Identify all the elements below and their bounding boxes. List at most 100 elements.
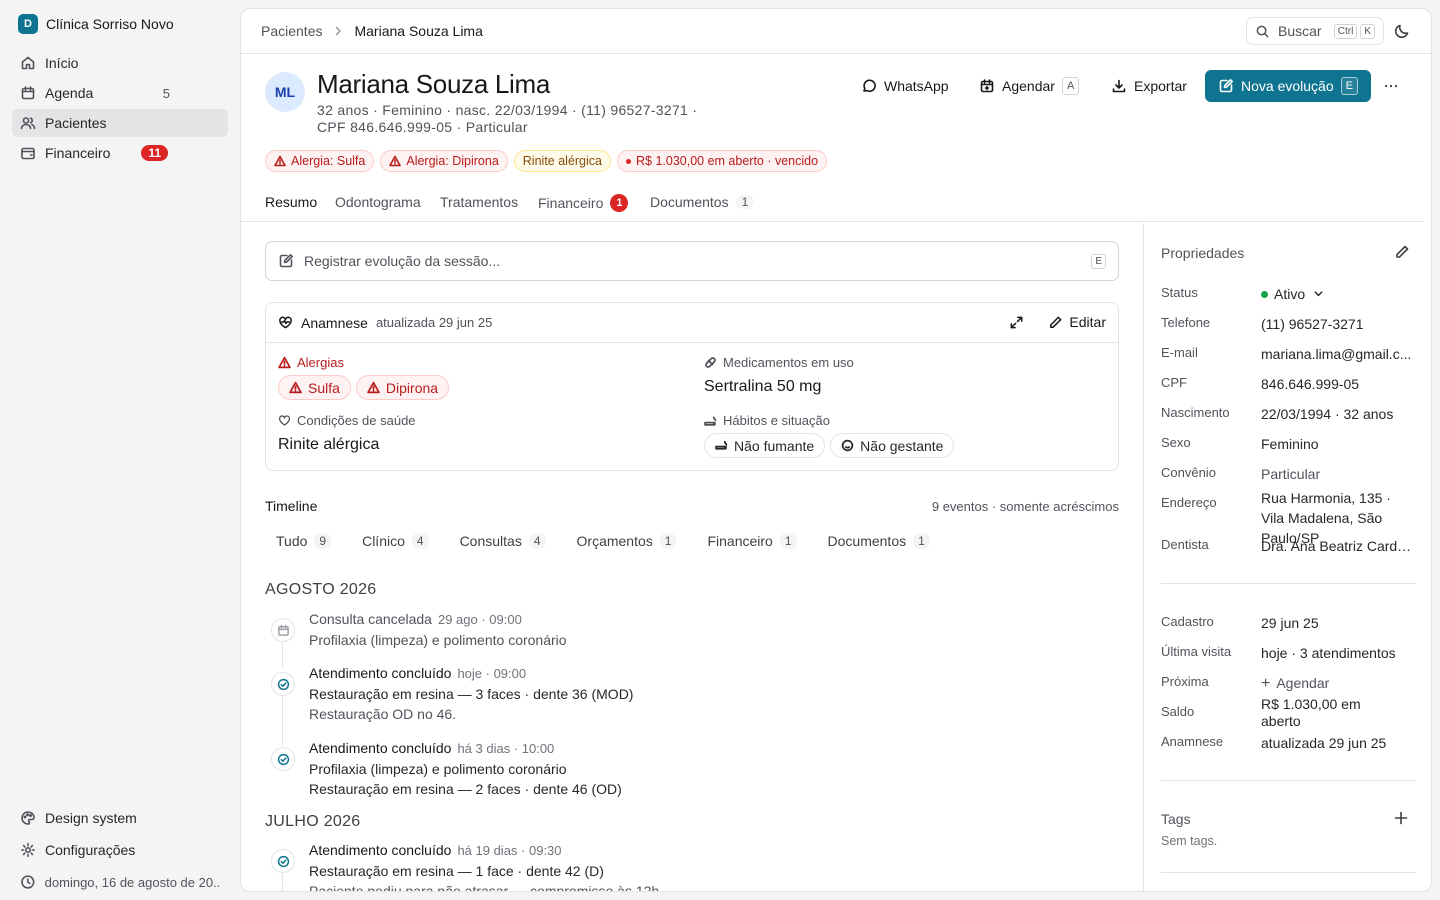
sidebar-item-design-system[interactable]: Design system bbox=[12, 803, 228, 833]
evolution-input[interactable]: Registrar evolução da sessão... E bbox=[265, 241, 1119, 281]
event-detail: Restauração em resina — 2 faces · dente … bbox=[309, 781, 622, 797]
event-detail: Profilaxia (limpeza) e polimento coronár… bbox=[309, 761, 567, 777]
pill-label: Não gestante bbox=[860, 437, 944, 454]
pencil-icon[interactable] bbox=[1394, 244, 1410, 260]
prop-value: atualizada 29 jun 25 bbox=[1261, 735, 1387, 751]
breadcrumb: Pacientes Mariana Souza Lima bbox=[261, 23, 483, 39]
breadcrumb-parent[interactable]: Pacientes bbox=[261, 23, 322, 39]
agendar-button[interactable]: Agendar A bbox=[979, 70, 1080, 102]
filter-count: 1 bbox=[779, 533, 797, 549]
sidebar-footer: Design system Configurações domingo, 16 … bbox=[12, 803, 228, 899]
filter-tudo[interactable]: Tudo 9 bbox=[265, 528, 342, 554]
plus-icon[interactable] bbox=[1394, 811, 1408, 825]
sidebar-item-financeiro[interactable]: Financeiro 11 bbox=[12, 139, 228, 167]
breadcrumb-current: Mariana Souza Lima bbox=[354, 23, 483, 39]
main-nav: Início Agenda 5 Pacientes Financeiro 11 bbox=[12, 49, 228, 169]
chip-label: R$ 1.030,00 em aberto · vencido bbox=[636, 154, 819, 168]
filter-consultas[interactable]: Consultas 4 bbox=[449, 528, 557, 554]
timeline-event[interactable]: Consulta cancelada 29 ago · 09:00 Profila… bbox=[265, 611, 1119, 668]
shortcut-key: Ctrl bbox=[1333, 23, 1358, 39]
chip-label: Alergia: Dipirona bbox=[406, 154, 499, 168]
conditions-value: Rinite alérgica bbox=[278, 436, 380, 453]
prop-key: Status bbox=[1161, 285, 1198, 300]
sidebar-item-configuracoes[interactable]: Configurações bbox=[12, 835, 228, 865]
filter-clinico[interactable]: Clínico 4 bbox=[351, 528, 439, 554]
pencil-icon bbox=[1050, 316, 1062, 328]
clinic-name: Clínica Sorriso Novo bbox=[46, 16, 174, 32]
current-date: domingo, 16 de agosto de 20... bbox=[12, 867, 228, 897]
export-label: Exportar bbox=[1134, 78, 1187, 94]
sidebar: D Clínica Sorriso Novo Início Agenda 5 P… bbox=[0, 0, 240, 900]
nova-evolucao-button[interactable]: Nova evolução E bbox=[1205, 70, 1371, 102]
status-select[interactable]: Ativo bbox=[1261, 284, 1416, 304]
tab-bar: Resumo Odontograma Tratamentos Financeir… bbox=[241, 184, 1423, 222]
status-dot bbox=[626, 158, 631, 164]
filter-count: 4 bbox=[528, 533, 546, 549]
shortcut-key: K bbox=[1360, 23, 1375, 39]
sidebar-item-label: Início bbox=[45, 55, 79, 71]
allergies-label: Alergias bbox=[278, 355, 344, 370]
timeline-event[interactable]: Atendimento concluído há 3 dias · 10:00 P… bbox=[265, 740, 1119, 800]
filter-documentos[interactable]: Documentos 1 bbox=[817, 528, 941, 554]
debt-chip[interactable]: R$ 1.030,00 em aberto · vencido bbox=[617, 150, 828, 172]
page-title: Mariana Souza Lima bbox=[317, 69, 551, 99]
prop-value[interactable]: mariana.lima@gmail.c... bbox=[1261, 344, 1416, 364]
prop-value: Particular bbox=[1261, 466, 1321, 482]
expand-icon[interactable] bbox=[1009, 315, 1024, 330]
prop-key: Endereço bbox=[1161, 495, 1217, 510]
more-horizontal-icon[interactable] bbox=[1383, 78, 1399, 94]
tab-resumo[interactable]: Resumo bbox=[265, 194, 317, 210]
filter-financeiro[interactable]: Financeiro 1 bbox=[696, 528, 807, 554]
evolution-placeholder: Registrar evolução da sessão... bbox=[304, 253, 501, 269]
tab-odontograma[interactable]: Odontograma bbox=[335, 194, 421, 210]
tab-badge: 1 bbox=[610, 194, 629, 212]
check-circle-icon bbox=[271, 849, 295, 873]
timeline-event[interactable]: Atendimento concluído há 19 dias · 09:30 … bbox=[265, 842, 1119, 891]
agendar-label: Agendar bbox=[1002, 78, 1055, 94]
prop-key: Saldo bbox=[1161, 704, 1195, 719]
timeline-event[interactable]: Atendimento concluído hoje · 09:00 Restau… bbox=[265, 665, 1119, 746]
edit-anamnese-button[interactable]: Editar bbox=[1048, 314, 1106, 330]
patient-meta: 32 anos · Feminino · nasc. 22/03/1994 · … bbox=[317, 102, 697, 136]
pill-label: Não fumante bbox=[734, 437, 815, 454]
heart-pulse-icon bbox=[279, 316, 292, 329]
tab-label: Tratamentos bbox=[440, 194, 519, 210]
filter-orcamentos[interactable]: Orçamentos 1 bbox=[566, 528, 688, 554]
filter-count: 9 bbox=[314, 533, 332, 549]
note-edit-icon bbox=[1219, 79, 1233, 93]
clinic-switcher[interactable]: D Clínica Sorriso Novo bbox=[18, 14, 174, 34]
baby-icon bbox=[841, 439, 854, 452]
habit-pill: Não gestante bbox=[830, 433, 955, 458]
prop-value: 29 jun 25 bbox=[1261, 615, 1319, 631]
agendar-link[interactable]: + Agendar bbox=[1261, 673, 1416, 693]
search-icon bbox=[1256, 25, 1269, 37]
download-icon bbox=[1112, 79, 1126, 93]
prop-value[interactable]: Dra. Ana Beatriz Cardo... bbox=[1261, 536, 1416, 556]
sidebar-item-agenda[interactable]: Agenda 5 bbox=[12, 79, 228, 107]
shortcut-key: E bbox=[1340, 77, 1358, 95]
event-type: Atendimento concluído bbox=[309, 665, 452, 681]
search-label: Buscar bbox=[1278, 23, 1322, 39]
event-time: 29 ago · 09:00 bbox=[437, 612, 522, 627]
prop-value[interactable]: (11) 96527-3271 bbox=[1261, 314, 1416, 334]
tab-documentos[interactable]: Documentos 1 bbox=[650, 194, 755, 210]
sidebar-item-label: Agenda bbox=[45, 85, 94, 101]
tab-tratamentos[interactable]: Tratamentos bbox=[440, 194, 518, 210]
tags-title: Tags bbox=[1161, 811, 1191, 827]
check-circle-icon bbox=[271, 672, 295, 696]
search-button[interactable]: Buscar Ctrl K bbox=[1246, 17, 1384, 45]
allergy-list: Sulfa Dipirona bbox=[278, 375, 450, 400]
sidebar-item-pacientes[interactable]: Pacientes bbox=[12, 109, 228, 137]
export-button[interactable]: Exportar bbox=[1111, 70, 1187, 102]
moon-icon[interactable] bbox=[1393, 22, 1411, 40]
tab-financeiro[interactable]: Financeiro 1 bbox=[538, 194, 629, 212]
event-type: Atendimento concluído bbox=[309, 740, 452, 756]
event-type: Atendimento concluído bbox=[309, 842, 452, 858]
meds-label: Medicamentos em uso bbox=[704, 355, 854, 370]
sidebar-item-inicio[interactable]: Início bbox=[12, 49, 228, 77]
sidebar-item-label: Financeiro bbox=[45, 145, 111, 161]
properties-panel: Propriedades Status Ativo Telefone (11) … bbox=[1143, 223, 1423, 891]
prop-key: E-mail bbox=[1161, 345, 1198, 360]
whatsapp-button[interactable]: WhatsApp bbox=[861, 70, 949, 102]
allergy-chip: Alergia: Dipirona bbox=[380, 150, 508, 172]
